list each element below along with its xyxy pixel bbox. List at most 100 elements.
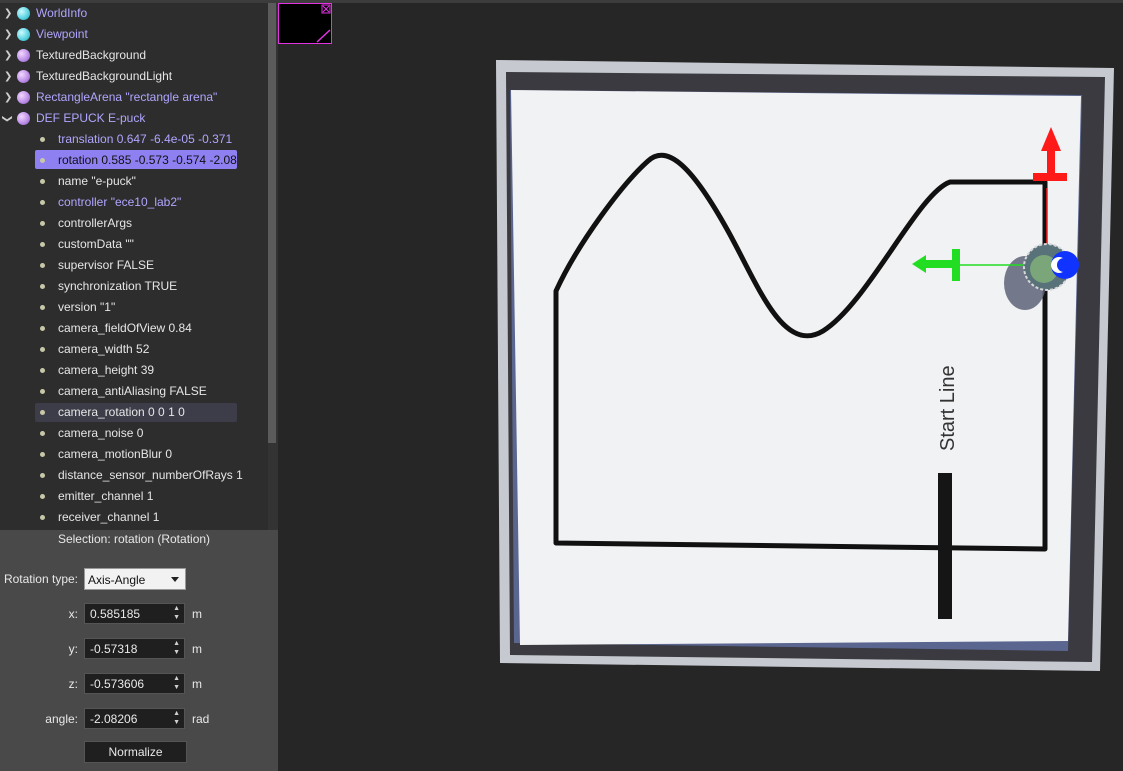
- field-bullet-icon: [40, 137, 45, 142]
- field-label: emitter_channel 1: [58, 489, 154, 503]
- field-receiver-channel[interactable]: receiver_channel 1: [0, 507, 268, 528]
- field-bullet-icon: [40, 158, 45, 163]
- spin-up-icon[interactable]: ▲: [173, 640, 180, 647]
- tree-node-label: TexturedBackground: [36, 48, 147, 62]
- tree-node-epuck[interactable]: ❯ DEF EPUCK E-puck: [0, 108, 268, 129]
- arena-floor: [511, 90, 1081, 645]
- spin-down-icon[interactable]: ▼: [173, 684, 180, 691]
- field-label: distance_sensor_numberOfRays 1: [58, 468, 243, 482]
- field-controller[interactable]: controller "ece10_lab2": [0, 192, 268, 213]
- start-line-bar: [938, 473, 952, 619]
- angle-value: -2.08206: [90, 712, 138, 726]
- z-spinbox[interactable]: -0.573606 ▲ ▼: [84, 673, 185, 694]
- x-unit: m: [192, 607, 202, 621]
- field-bullet-icon: [40, 452, 45, 457]
- spin-down-icon[interactable]: ▼: [173, 649, 180, 656]
- field-camera-motion-blur[interactable]: camera_motionBlur 0: [0, 444, 268, 465]
- tree-node-textured-background[interactable]: ❯ TexturedBackground: [0, 45, 268, 66]
- expand-arrow-icon[interactable]: ❯: [4, 3, 12, 24]
- field-label: synchronization TRUE: [58, 279, 178, 293]
- expand-arrow-icon[interactable]: ❯: [4, 66, 12, 87]
- x-spinbox[interactable]: 0.585185 ▲ ▼: [84, 603, 185, 624]
- field-bullet-icon: [40, 263, 45, 268]
- tree-node-label: Viewpoint: [36, 27, 88, 41]
- field-label: receiver_channel 1: [58, 510, 160, 524]
- field-camera-fov[interactable]: camera_fieldOfView 0.84: [0, 318, 268, 339]
- field-label: camera_antiAliasing FALSE: [58, 384, 207, 398]
- y-unit: m: [192, 642, 202, 656]
- x-axis-ring-icon: [1033, 173, 1067, 181]
- y-spinbox[interactable]: -0.57318 ▲ ▼: [84, 638, 185, 659]
- node-sphere-icon: [17, 49, 30, 62]
- field-label: camera_noise 0: [58, 426, 144, 440]
- tree-node-label: DEF EPUCK E-puck: [36, 111, 146, 125]
- field-custom-data[interactable]: customData "": [0, 234, 268, 255]
- field-bullet-icon: [40, 179, 45, 184]
- node-sphere-icon: [17, 28, 30, 41]
- field-label: translation 0.647 -6.4e-05 -0.371: [58, 132, 233, 146]
- field-synchronization[interactable]: synchronization TRUE: [0, 276, 268, 297]
- expand-arrow-icon[interactable]: ❯: [4, 45, 12, 66]
- field-label: camera_motionBlur 0: [58, 447, 173, 461]
- field-controller-args[interactable]: controllerArgs: [0, 213, 268, 234]
- rotation-type-value: Axis-Angle: [88, 573, 146, 587]
- start-line-label: Start Line: [937, 365, 959, 451]
- field-editor-panel: Selection: rotation (Rotation) Rotation …: [0, 530, 278, 771]
- selection-title: Selection: rotation (Rotation): [57, 532, 211, 546]
- field-label: controllerArgs: [58, 216, 133, 230]
- field-label: camera_fieldOfView 0.84: [58, 321, 192, 335]
- field-distance-sensor-rays[interactable]: distance_sensor_numberOfRays 1: [0, 465, 268, 486]
- field-bullet-icon: [40, 221, 45, 226]
- x-axis-handle: [1047, 149, 1055, 175]
- scene-tree-scrollbar-thumb[interactable]: [268, 3, 276, 443]
- field-bullet-icon: [40, 515, 45, 520]
- field-camera-noise[interactable]: camera_noise 0: [0, 423, 268, 444]
- field-camera-width[interactable]: camera_width 52: [0, 339, 268, 360]
- angle-unit: rad: [192, 712, 210, 726]
- tree-node-label: TexturedBackgroundLight: [36, 69, 173, 83]
- tree-node-worldinfo[interactable]: ❯ WorldInfo: [0, 3, 268, 24]
- tree-node-label: WorldInfo: [36, 6, 88, 20]
- angle-spinbox[interactable]: -2.08206 ▲ ▼: [84, 708, 185, 729]
- field-version[interactable]: version "1": [0, 297, 268, 318]
- spin-up-icon[interactable]: ▲: [173, 605, 180, 612]
- field-label: name "e-puck": [58, 174, 136, 188]
- field-bullet-icon: [40, 347, 45, 352]
- tree-node-textured-background-light[interactable]: ❯ TexturedBackgroundLight: [0, 66, 268, 87]
- field-camera-rotation[interactable]: camera_rotation 0 0 1 0: [0, 402, 268, 423]
- z-label: z:: [68, 677, 78, 691]
- chevron-down-icon: [171, 577, 179, 582]
- collapse-arrow-icon[interactable]: ❯: [0, 115, 18, 123]
- x-value: 0.585185: [90, 607, 141, 621]
- field-camera-height[interactable]: camera_height 39: [0, 360, 268, 381]
- tree-node-viewpoint[interactable]: ❯ Viewpoint: [0, 24, 268, 45]
- expand-arrow-icon[interactable]: ❯: [4, 24, 12, 45]
- field-rotation[interactable]: rotation 0.585 -0.573 -0.574 -2.08: [0, 150, 268, 171]
- y-axis-handle: [926, 260, 952, 268]
- spin-up-icon[interactable]: ▲: [173, 710, 180, 717]
- field-translation[interactable]: translation 0.647 -6.4e-05 -0.371: [0, 129, 268, 150]
- normalize-button[interactable]: Normalize: [84, 741, 187, 763]
- field-label: camera_rotation 0 0 1 0: [58, 405, 185, 419]
- z-unit: m: [192, 677, 202, 691]
- field-label: camera_width 52: [58, 342, 150, 356]
- field-name[interactable]: name "e-puck": [0, 171, 268, 192]
- scene-tree[interactable]: ❯ WorldInfo ❯ Viewpoint ❯ TexturedBackgr…: [0, 3, 278, 530]
- field-supervisor[interactable]: supervisor FALSE: [0, 255, 268, 276]
- expand-arrow-icon[interactable]: ❯: [4, 87, 12, 108]
- field-camera-antialiasing[interactable]: camera_antiAliasing FALSE: [0, 381, 268, 402]
- field-bullet-icon: [40, 368, 45, 373]
- spin-up-icon[interactable]: ▲: [173, 675, 180, 682]
- spin-down-icon[interactable]: ▼: [173, 614, 180, 621]
- tree-node-rectangle-arena[interactable]: ❯ RectangleArena "rectangle arena": [0, 87, 268, 108]
- y-label: y:: [68, 642, 78, 656]
- field-bullet-icon: [40, 431, 45, 436]
- field-emitter-channel[interactable]: emitter_channel 1: [0, 486, 268, 507]
- arena-scene: Start Line: [496, 60, 1114, 671]
- 3d-viewport[interactable]: Start Line: [278, 3, 1123, 771]
- z-axis-tip-icon: [1057, 258, 1071, 272]
- rotation-type-select[interactable]: Axis-Angle: [84, 568, 186, 590]
- field-bullet-icon: [40, 305, 45, 310]
- spin-down-icon[interactable]: ▼: [173, 719, 180, 726]
- field-bullet-icon: [40, 494, 45, 499]
